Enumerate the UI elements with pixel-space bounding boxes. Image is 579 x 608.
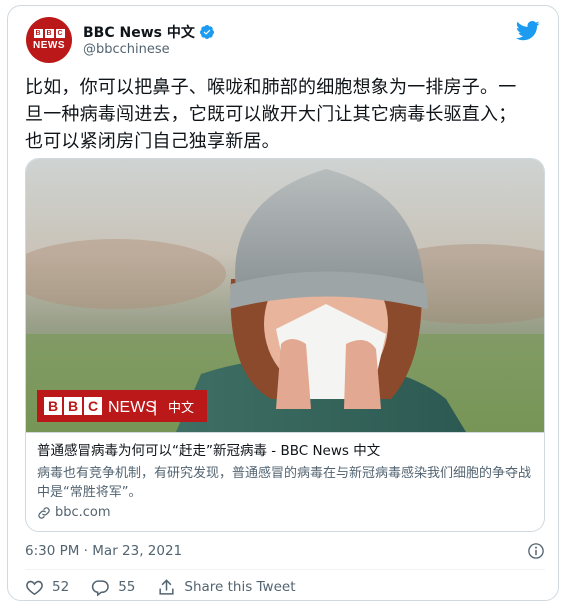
tweet-text-line: 比如，你可以把鼻子、喉咙和肺部的细胞想象为一排房子。一: [25, 77, 517, 98]
author-display-name[interactable]: BBC News 中文: [83, 22, 195, 42]
banner-lang: 中文: [168, 401, 194, 416]
author-handle[interactable]: @bbcchinese: [83, 42, 170, 57]
twitter-bird-icon[interactable]: [516, 20, 540, 42]
card-title[interactable]: 普通感冒病毒为何可以“赶走”新冠病毒 - BBC News 中文: [37, 442, 535, 461]
link-preview-card[interactable]: B B C NEWS | 中文 普通感冒病毒为何可以“赶走”新冠病毒 - BBC…: [25, 158, 545, 532]
link-icon: [38, 506, 50, 519]
card-description: 病毒也有竞争机制，有研究发现，普通感冒的病毒在与新冠病毒感染我们细胞的争夺战中是…: [37, 466, 532, 500]
banner-bbc-b2: B: [68, 398, 78, 414]
tweet-timestamp[interactable]: 6:30 PM · Mar 23, 2021: [25, 543, 182, 559]
tweet-actions: 52 55 Share this Tweet: [25, 576, 318, 598]
card-domain-row[interactable]: bbc.com: [37, 505, 535, 520]
tweet-meta: 6:30 PM · Mar 23, 2021: [25, 542, 545, 562]
banner-news: NEWS: [108, 399, 156, 416]
like-count: 52: [52, 579, 70, 595]
reply-count: 55: [118, 579, 136, 595]
share-button[interactable]: Share this Tweet: [157, 578, 296, 597]
tweet-text-line: 也可以紧闭房门自己独享新居。: [25, 131, 280, 152]
banner-bbc-b1: B: [48, 398, 58, 414]
banner-bbc-c: C: [88, 398, 98, 414]
card-domain[interactable]: bbc.com: [55, 505, 111, 520]
tweet-text-line: 旦一种病毒闯进去，它既可以敞开大门让其它病毒长驱直入；: [25, 104, 517, 125]
like-button[interactable]: 52: [25, 578, 69, 597]
card-info[interactable]: 普通感冒病毒为何可以“赶走”新冠病毒 - BBC News 中文 病毒也有竞争机…: [26, 432, 544, 531]
article-image[interactable]: B B C NEWS | 中文: [26, 159, 545, 432]
info-icon[interactable]: [527, 542, 545, 560]
divider: [25, 569, 545, 570]
share-label[interactable]: Share this Tweet: [184, 579, 295, 595]
share-icon: [159, 578, 174, 595]
tweet-card[interactable]: BBC NEWS BBC News 中文 @bbcchinese 比如，你可以把…: [7, 5, 559, 601]
avatar[interactable]: BBC NEWS: [26, 17, 72, 63]
heart-icon: [26, 580, 43, 595]
tweet-text: 比如，你可以把鼻子、喉咙和肺部的细胞想象为一排房子。一 旦一种病毒闯进去，它既可…: [25, 74, 550, 155]
avatar-news-label: NEWS: [33, 40, 65, 51]
avatar-bbc-blocks: BBC: [33, 29, 65, 38]
banner-separator: |: [153, 399, 157, 416]
author-name-row[interactable]: BBC News 中文: [83, 22, 215, 42]
reply-icon: [92, 579, 109, 597]
reply-button[interactable]: 55: [91, 578, 135, 597]
verified-badge-icon: [199, 25, 214, 39]
